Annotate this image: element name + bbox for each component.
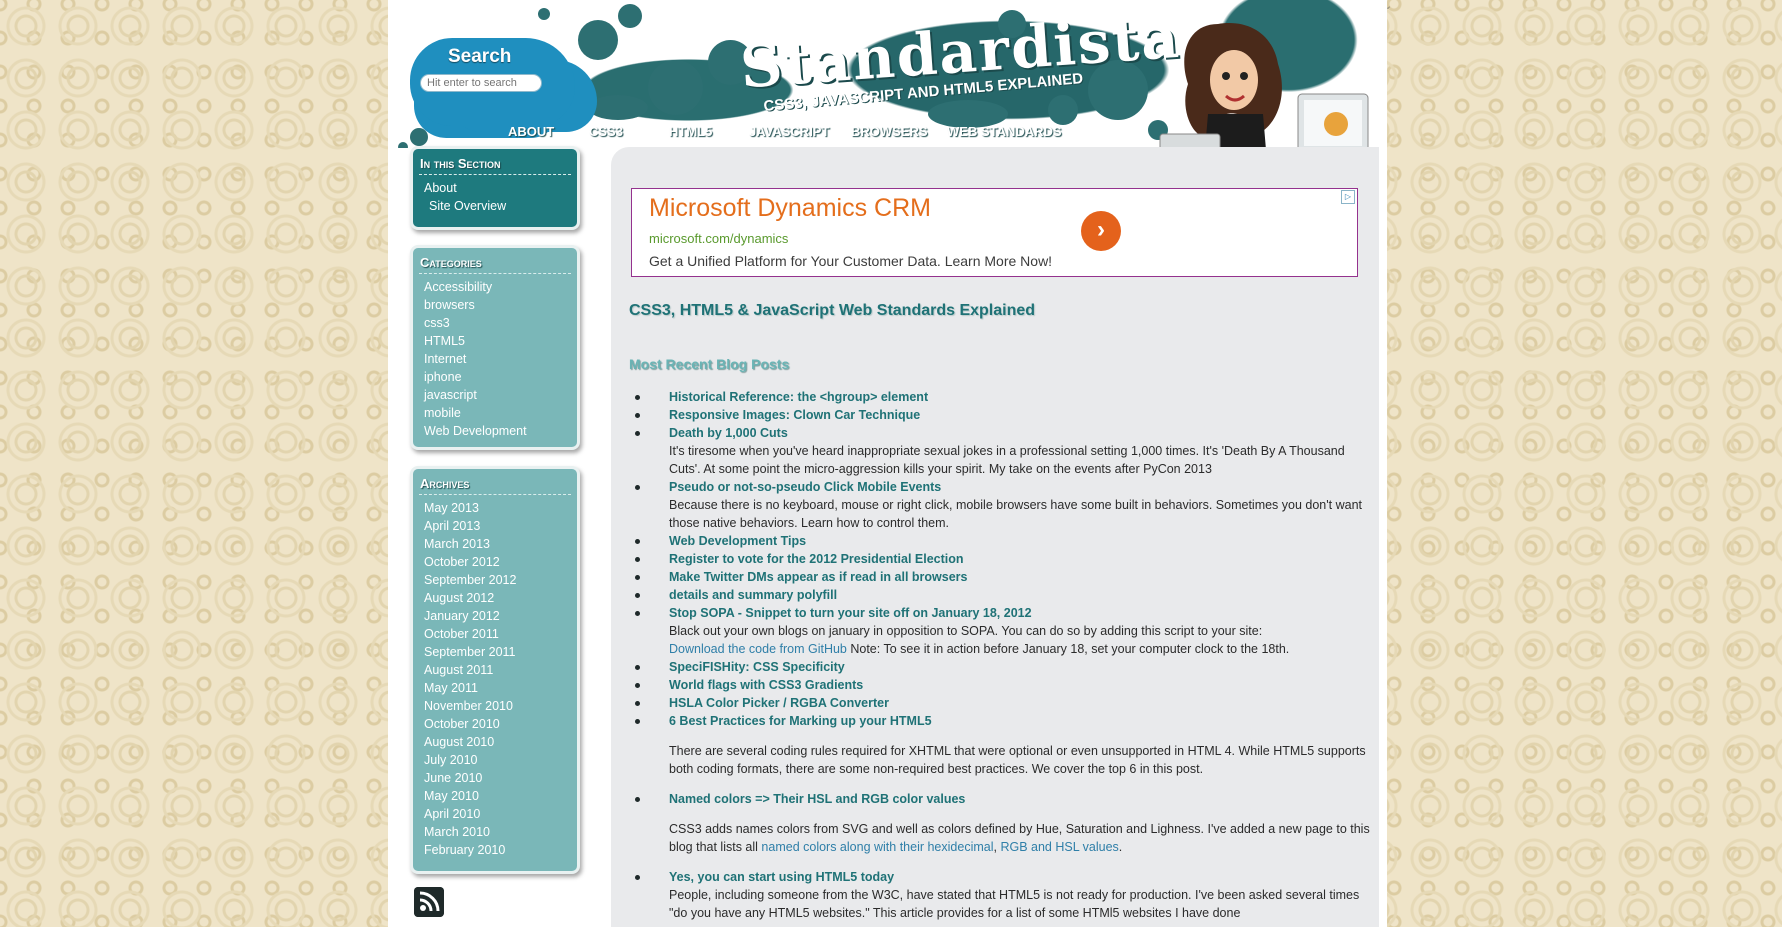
archive-item[interactable]: June 2010	[424, 769, 571, 787]
nav-css3[interactable]: CSS3	[589, 124, 669, 139]
post-link[interactable]: Pseudo or not-so-pseudo Click Mobile Eve…	[669, 480, 941, 494]
post-description: CSS3 adds names colors from SVG and well…	[669, 820, 1379, 856]
category-item[interactable]: javascript	[424, 386, 571, 404]
rss-icon[interactable]	[414, 887, 444, 917]
categories-heading: Categories	[419, 254, 571, 274]
section-heading: In this Section	[419, 155, 571, 175]
archive-item[interactable]: August 2010	[424, 733, 571, 751]
post-link[interactable]: Yes, you can start using HTML5 today	[669, 870, 894, 884]
archive-item[interactable]: September 2012	[424, 571, 571, 589]
archive-item[interactable]: August 2011	[424, 661, 571, 679]
ad-title[interactable]: Microsoft Dynamics CRM	[649, 194, 931, 223]
list-item: HSLA Color Picker / RGBA Converter	[629, 694, 1379, 712]
post-description: There are several coding rules required …	[669, 744, 1366, 776]
list-item: World flags with CSS3 Gradients	[629, 676, 1379, 694]
post-link[interactable]: World flags with CSS3 Gradients	[669, 678, 863, 692]
list-item: Web Development Tips	[629, 532, 1379, 550]
nav-javascript[interactable]: JAVASCRIPT	[749, 124, 851, 139]
post-description-end: .	[1118, 840, 1123, 854]
rgb-hsl-link[interactable]: RGB and HSL values	[1000, 840, 1118, 854]
post-link[interactable]: Web Development Tips	[669, 534, 806, 548]
category-item[interactable]: HTML5	[424, 332, 571, 350]
post-description-note: Note: To see it in action before January…	[846, 642, 1290, 656]
recent-posts-list: Historical Reference: the <hgroup> eleme…	[629, 388, 1379, 922]
category-item[interactable]: iphone	[424, 368, 571, 386]
list-item: Death by 1,000 Cuts It's tiresome when y…	[629, 424, 1379, 478]
page-title: CSS3, HTML5 & JavaScript Web Standards E…	[629, 302, 1036, 319]
archive-item[interactable]: October 2011	[424, 625, 571, 643]
archive-item[interactable]: May 2011	[424, 679, 571, 697]
nav-html5[interactable]: HTML5	[669, 124, 749, 139]
post-link[interactable]: Make Twitter DMs appear as if read in al…	[669, 570, 967, 584]
archive-item[interactable]: March 2010	[424, 823, 571, 841]
archive-item[interactable]: March 2013	[424, 535, 571, 553]
category-item[interactable]: Web Development	[424, 422, 571, 440]
archive-item[interactable]: April 2010	[424, 805, 571, 823]
post-link[interactable]: HSLA Color Picker / RGBA Converter	[669, 696, 889, 710]
post-link[interactable]: Stop SOPA - Snippet to turn your site of…	[669, 606, 1032, 620]
category-item[interactable]: browsers	[424, 296, 571, 314]
post-description: Because there is no keyboard, mouse or r…	[669, 498, 1362, 530]
list-item: Yes, you can start using HTML5 today Peo…	[629, 868, 1379, 922]
post-link[interactable]: Historical Reference: the <hgroup> eleme…	[669, 390, 928, 404]
page-container: Search Standardista CSS3, JAVASCRIPT AND…	[388, 0, 1387, 927]
list-item: SpeciFISHity: CSS Specificity	[629, 658, 1379, 676]
archive-item[interactable]: September 2011	[424, 643, 571, 661]
main-nav: ABOUT CSS3 HTML5 JAVASCRIPT BROWSERS WEB…	[508, 124, 1077, 139]
category-item[interactable]: mobile	[424, 404, 571, 422]
section-box: In this Section About Site Overview	[410, 146, 580, 230]
list-item: Historical Reference: the <hgroup> eleme…	[629, 388, 1379, 406]
ad-choices-icon[interactable]: ▷	[1341, 190, 1355, 204]
list-item: Make Twitter DMs appear as if read in al…	[629, 568, 1379, 586]
archive-item[interactable]: May 2013	[424, 499, 571, 517]
section-item-about[interactable]: About	[424, 179, 571, 197]
post-link[interactable]: SpeciFISHity: CSS Specificity	[669, 660, 845, 674]
archive-item[interactable]: July 2010	[424, 751, 571, 769]
archive-item[interactable]: August 2012	[424, 589, 571, 607]
category-item[interactable]: Accessibility	[424, 278, 571, 296]
list-item: Pseudo or not-so-pseudo Click Mobile Eve…	[629, 478, 1379, 532]
archive-item[interactable]: October 2010	[424, 715, 571, 733]
archive-item[interactable]: November 2010	[424, 697, 571, 715]
post-link[interactable]: Register to vote for the 2012 Presidenti…	[669, 552, 964, 566]
ad-banner[interactable]: Microsoft Dynamics CRM microsoft.com/dyn…	[631, 188, 1358, 277]
post-link[interactable]: details and summary polyfill	[669, 588, 837, 602]
ad-url[interactable]: microsoft.com/dynamics	[649, 231, 788, 246]
post-description: Black out your own blogs on january in o…	[669, 622, 1379, 658]
archive-item[interactable]: January 2012	[424, 607, 571, 625]
section-item-site-overview[interactable]: Site Overview	[424, 197, 571, 215]
archive-item[interactable]: May 2010	[424, 787, 571, 805]
nav-about[interactable]: ABOUT	[508, 124, 589, 139]
nav-browsers[interactable]: BROWSERS	[851, 124, 947, 139]
post-description-text: Black out your own blogs on january in o…	[669, 624, 1263, 638]
arrow-right-icon[interactable]: ›	[1081, 211, 1121, 251]
archive-item[interactable]: February 2010	[424, 841, 571, 859]
category-item[interactable]: css3	[424, 314, 571, 332]
nav-web-standards[interactable]: WEB STANDARDS	[947, 124, 1077, 139]
post-description: It's tiresome when you've heard inapprop…	[669, 444, 1345, 476]
ad-description: Get a Unified Platform for Your Customer…	[649, 253, 1053, 269]
post-description: People, including someone from the W3C, …	[669, 888, 1360, 920]
list-item: Named colors => Their HSL and RGB color …	[629, 790, 1379, 856]
search-input[interactable]	[420, 74, 542, 92]
recent-posts-heading: Most Recent Blog Posts	[629, 356, 790, 372]
archives-heading: Archives	[419, 475, 571, 495]
github-download-link[interactable]: Download the code from GitHub	[669, 642, 847, 656]
list-item: Stop SOPA - Snippet to turn your site of…	[629, 604, 1379, 658]
archive-item[interactable]: October 2012	[424, 553, 571, 571]
list-item: 6 Best Practices for Marking up your HTM…	[629, 712, 1379, 778]
search-title: Search	[448, 46, 512, 67]
archives-box: Archives May 2013 April 2013 March 2013 …	[410, 466, 580, 874]
post-link[interactable]: Named colors => Their HSL and RGB color …	[669, 792, 965, 806]
list-item: Responsive Images: Clown Car Technique	[629, 406, 1379, 424]
archive-item[interactable]: April 2013	[424, 517, 571, 535]
post-link[interactable]: 6 Best Practices for Marking up your HTM…	[669, 714, 932, 728]
list-item: details and summary polyfill	[629, 586, 1379, 604]
named-colors-link[interactable]: named colors along with their hexidecima…	[761, 840, 993, 854]
list-item: Register to vote for the 2012 Presidenti…	[629, 550, 1379, 568]
category-item[interactable]: Internet	[424, 350, 571, 368]
categories-box: Categories Accessibility browsers css3 H…	[410, 245, 580, 450]
post-link[interactable]: Death by 1,000 Cuts	[669, 426, 788, 440]
post-link[interactable]: Responsive Images: Clown Car Technique	[669, 408, 920, 422]
